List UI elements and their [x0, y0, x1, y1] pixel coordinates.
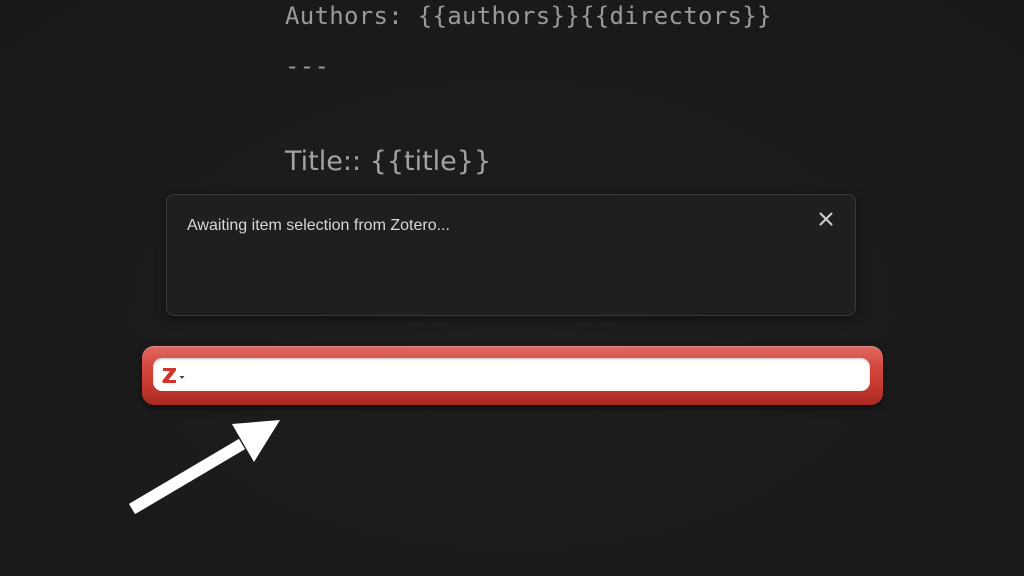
template-title-line: Title:: {{title}}	[285, 146, 492, 177]
notice-message: Awaiting item selection from Zotero...	[187, 217, 450, 234]
template-separator-line: ---	[285, 52, 330, 80]
zotero-search-field-wrapper	[153, 358, 870, 391]
zotero-notice-popup: Awaiting item selection from Zotero...	[166, 194, 856, 316]
close-icon[interactable]	[817, 210, 835, 228]
zotero-z-logo-icon[interactable]	[160, 364, 190, 386]
arrow-pointer-icon	[120, 410, 290, 520]
obsidian-editor-view: Authors: {{authors}}{{directors}} --- Ti…	[0, 0, 1024, 576]
zotero-search-input[interactable]	[193, 360, 867, 390]
template-authors-line: Authors: {{authors}}{{directors}}	[285, 2, 772, 30]
zotero-quick-format-bar	[142, 346, 883, 405]
